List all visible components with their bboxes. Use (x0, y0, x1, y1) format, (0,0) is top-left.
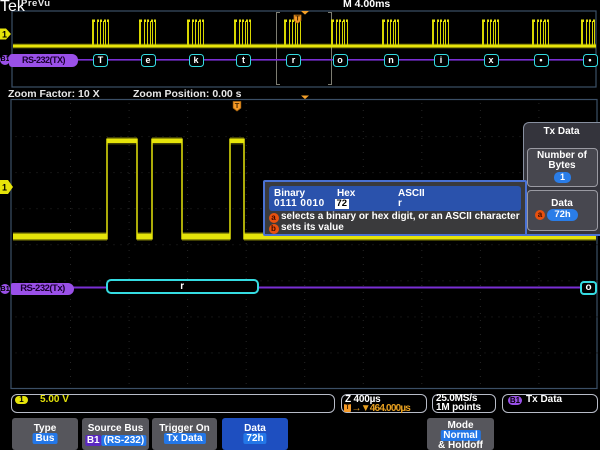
svg-text:T: T (295, 13, 300, 22)
svg-text:T: T (235, 101, 240, 110)
svg-text:1: 1 (2, 29, 7, 39)
svg-text:1: 1 (2, 182, 7, 192)
